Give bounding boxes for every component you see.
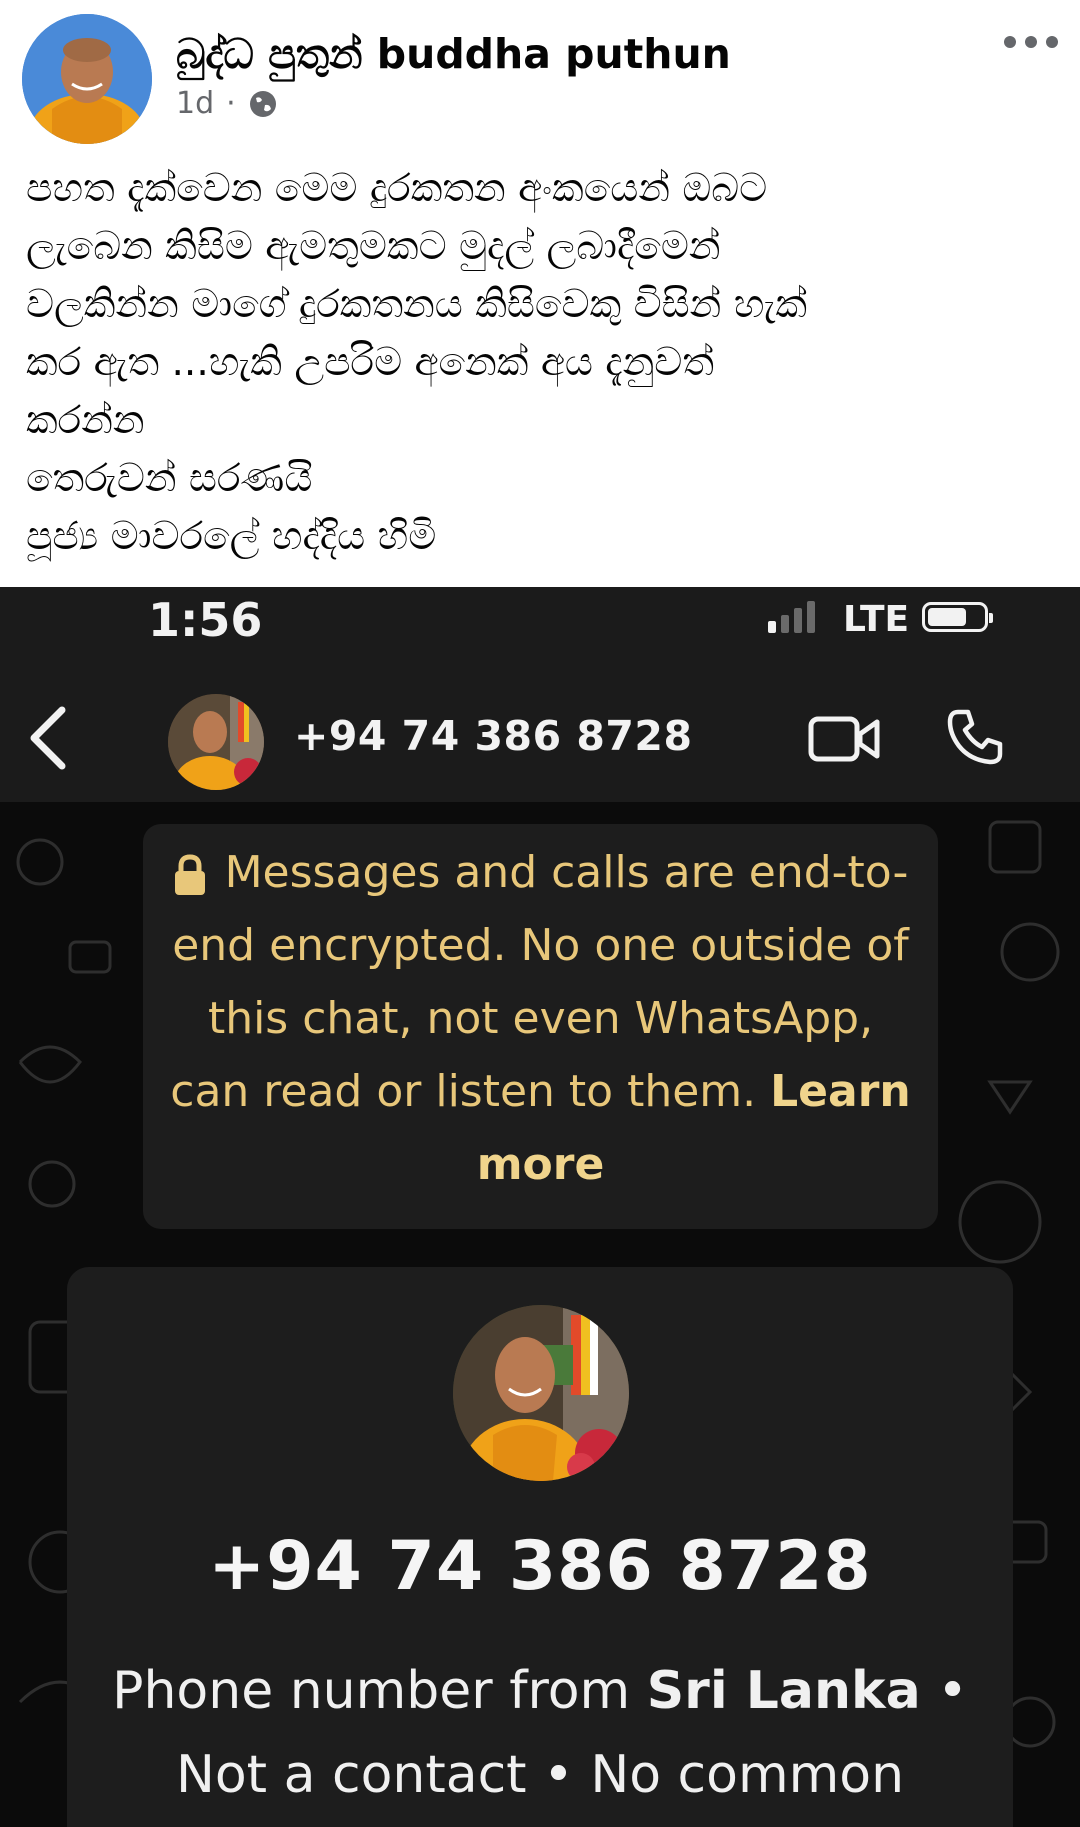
info-prefix: Phone number from — [112, 1661, 647, 1721]
post-line: වලකින්න මාගේ දුරකතනය කිසිවෙකු විසින් හැක… — [26, 282, 807, 327]
whatsapp-screenshot: 1:56 LTE +94 74 386 8728 Messages and ca… — [0, 587, 1080, 1827]
chevron-left-icon[interactable] — [22, 702, 82, 774]
phone-icon[interactable] — [944, 706, 1006, 768]
post-line: ලැබෙන කිසිම ඇමතුමකට මුදල් ලබාදීමෙන් — [26, 224, 721, 269]
chat-header: +94 74 386 8728 — [0, 672, 1080, 803]
video-camera-icon[interactable] — [808, 714, 880, 764]
info-line-country: Phone number from Sri Lanka • — [67, 1649, 1013, 1733]
encryption-notice[interactable]: Messages and calls are end-to-end encryp… — [143, 824, 938, 1229]
info-common: No common — [590, 1745, 905, 1805]
status-bar: 1:56 LTE — [0, 587, 1080, 672]
meta-separator: · — [226, 86, 236, 121]
post-time[interactable]: 1d — [176, 86, 214, 121]
battery-icon — [922, 602, 993, 632]
chat-area: Messages and calls are end-to-end encryp… — [0, 802, 1080, 1827]
facebook-post: බුද්ධ පුතුන් buddha puthun 1d · පහත දැක්… — [0, 0, 1080, 587]
info-bullet-2: • — [543, 1745, 574, 1805]
contact-number[interactable]: +94 74 386 8728 — [294, 712, 692, 760]
contact-card: +94 74 386 8728 Phone number from Sri La… — [67, 1267, 1013, 1827]
more-options-button[interactable] — [1004, 36, 1058, 48]
more-dots-icon — [1004, 36, 1016, 48]
post-line: පූජ්‍ය මාවරලේ හද්දිය හිමි — [26, 514, 437, 559]
post-line: පහත දැක්වෙන මෙම දුරකතන අංකයෙන් ඔබට — [26, 166, 768, 211]
lock-icon — [174, 854, 205, 895]
info-country: Sri Lanka — [646, 1661, 921, 1721]
info-not-contact: Not a contact — [175, 1745, 527, 1805]
contact-card-number: +94 74 386 8728 — [208, 1527, 872, 1606]
author-name[interactable]: බුද්ධ පුතුන් buddha puthun — [176, 30, 731, 79]
post-meta: 1d · — [176, 86, 278, 121]
contact-avatar[interactable] — [168, 694, 264, 790]
avatar-image — [453, 1305, 629, 1481]
avatar-image — [168, 694, 264, 790]
author-avatar[interactable] — [22, 14, 152, 144]
post-text: පහත දැක්වෙන මෙම දුරකතන අංකයෙන් ඔබට ලැබෙන… — [26, 160, 1066, 566]
contact-card-info: Phone number from Sri Lanka • Not a cont… — [67, 1649, 1013, 1817]
network-type: LTE — [843, 599, 910, 640]
info-line-contact: Not a contact • No common — [67, 1733, 1013, 1817]
globe-icon — [249, 90, 276, 117]
signal-icon — [768, 599, 815, 633]
post-line: කරන්න — [26, 398, 145, 443]
status-time: 1:56 — [148, 593, 263, 647]
post-line: කර ඇත ...හැකි උපරිම අනෙක් අය දැනුවත් — [26, 340, 714, 385]
contact-card-avatar[interactable] — [453, 1305, 629, 1481]
info-bullet: • — [937, 1661, 968, 1721]
avatar-image — [22, 14, 152, 144]
post-line: තෙරුවන් සරණයි — [26, 456, 313, 501]
